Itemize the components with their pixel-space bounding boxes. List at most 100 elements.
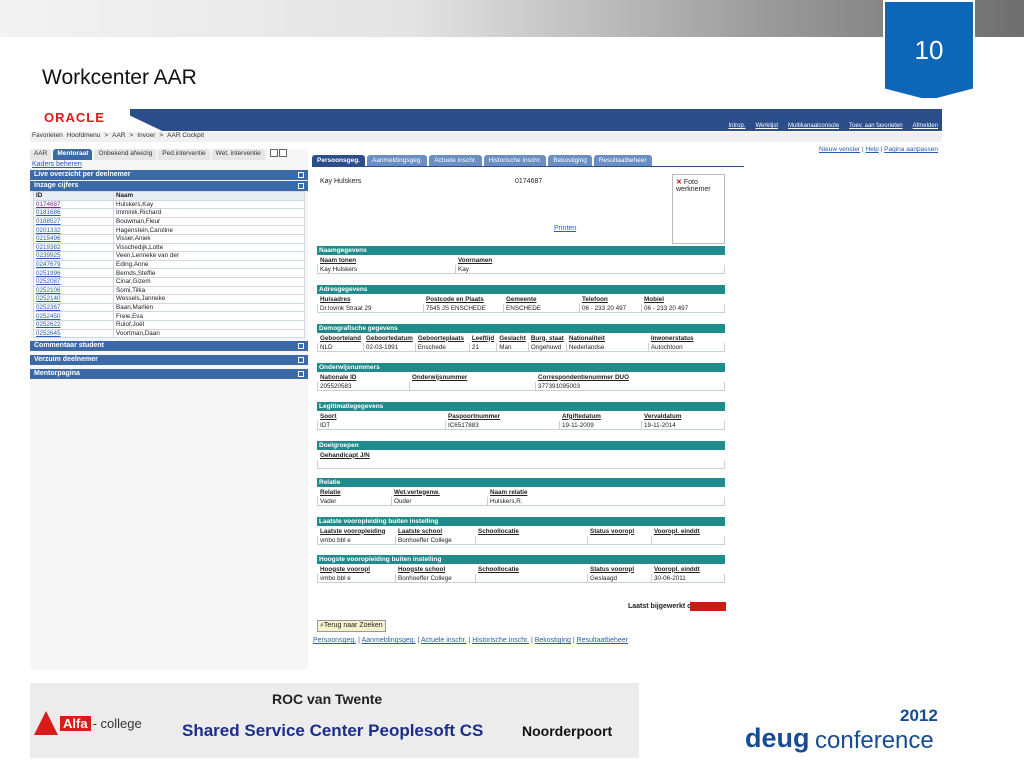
student-id-link[interactable]: 0201332	[36, 227, 61, 234]
student-id-link[interactable]: 0251996	[36, 270, 61, 277]
section-live[interactable]: Live overzicht per deelnemer	[30, 170, 308, 180]
tab-aanmeldingsgeg[interactable]: Aanmeldingsgeg.	[366, 155, 428, 166]
collapse-icon[interactable]	[298, 343, 304, 350]
table-row[interactable]: 0252106 Somi,Tilka	[33, 285, 305, 296]
roc-van-twente-logo: ROC van Twente	[272, 691, 383, 707]
col-naam-relatie: Naam relatie	[487, 487, 725, 497]
table-row[interactable]: 0215496 Visser,Aniek	[33, 233, 305, 244]
student-id-link[interactable]: 0252367	[36, 304, 61, 311]
student-id-link[interactable]: 0188527	[36, 218, 61, 225]
link-nieuw-venster[interactable]: Nieuw venster	[819, 146, 860, 153]
link-favorieten[interactable]: Toev. aan favorieten	[849, 123, 903, 129]
table-row[interactable]: 0252645 Voortman,Daan	[33, 328, 305, 339]
bc-invoer[interactable]: Invoer	[137, 132, 155, 142]
tab-mentoraat[interactable]: Mentoraat	[53, 149, 93, 160]
collapse-icon[interactable]	[298, 183, 304, 189]
tab-aar[interactable]: AAR	[30, 149, 52, 160]
section-commentaar[interactable]: Commentaar student	[30, 341, 308, 352]
student-id-link[interactable]: 0219382	[36, 244, 61, 251]
link-introp[interactable]: Introp.	[728, 123, 745, 129]
col-postcode: Postcode en Plaats	[423, 294, 504, 304]
section-mentor[interactable]: Mentorpagina	[30, 369, 308, 380]
student-id-link[interactable]: 0247679	[36, 261, 61, 268]
tab-icons	[269, 149, 287, 160]
cell-soort: IDT	[317, 420, 446, 430]
bottom-link-persoonsgeg[interactable]: Persoonsgeg.	[313, 637, 356, 644]
cell-paspoortnummer: IC6517883	[445, 420, 560, 430]
bc-favorieten[interactable]: Favorieten	[32, 132, 63, 142]
student-id-link[interactable]: 0252450	[36, 313, 61, 320]
student-id-link[interactable]: 0215496	[36, 235, 61, 242]
col-nationale-id: Nationale ID	[317, 372, 410, 382]
col-status-vooropl: Status vooropl	[587, 526, 652, 536]
tab-ped-interventie[interactable]: Ped.interventie	[158, 149, 210, 160]
cell-voornamen: Kay	[455, 264, 725, 274]
edit-icon[interactable]	[278, 149, 287, 157]
expand-icon[interactable]	[269, 149, 278, 157]
student-id-link[interactable]: 0252645	[36, 330, 61, 337]
bottom-link-historische[interactable]: Historische inschr.	[472, 637, 529, 644]
col-soort: Soort	[317, 411, 446, 421]
tab-historische-inschr[interactable]: Historische inschr.	[483, 155, 547, 166]
bc-hoofdmenu[interactable]: Hoofdmenu	[67, 132, 101, 142]
right-pane: Nieuw venster | Help | Pagina aanpassen …	[312, 146, 942, 670]
kaders-beheren-link[interactable]: Kaders beheren	[30, 160, 308, 169]
tab-bekostiging[interactable]: Bekostiging	[548, 155, 592, 166]
table-row[interactable]: 0247679 Eding,Anne	[33, 259, 305, 270]
table-row[interactable]: 0188527 Bouwman,Fleur	[33, 216, 305, 227]
student-id-link[interactable]: 0181686	[36, 209, 61, 216]
table-row[interactable]: 0252367 Baan,Marlien	[33, 302, 305, 313]
section-inzage[interactable]: Inzage cijfers	[30, 181, 308, 191]
table-row[interactable]: 0174687 Hulskers,Kay	[33, 199, 305, 210]
bottom-link-actuele[interactable]: Actuele inschr.	[421, 637, 467, 644]
table-row[interactable]: 0252622 Rulof,Joël	[33, 319, 305, 330]
table-row[interactable]: 0239925 Veen,Lenneke van der	[33, 251, 305, 261]
link-multikanaal[interactable]: Multikanaalconsole	[788, 123, 839, 129]
table-row[interactable]: 0201332 Hagenstein,Caroline	[33, 225, 305, 235]
panel-naam: Naamgegevens Naam tonen Voornamen Kay Hul…	[317, 246, 725, 274]
bc-cockpit[interactable]: AAR Cockpit	[167, 132, 204, 142]
student-id-link[interactable]: 0239925	[36, 252, 61, 259]
cell-vervaldatum: 19-11-2014	[641, 420, 725, 430]
student-id-link[interactable]: 0252106	[36, 287, 61, 294]
student-name: Bouwman,Fleur	[113, 216, 305, 227]
student-id-link[interactable]: 0252622	[36, 321, 61, 328]
tab-underline	[312, 166, 744, 167]
collapse-icon[interactable]	[298, 371, 304, 378]
student-name: Freie,Eva	[113, 311, 305, 321]
link-help[interactable]: Help	[865, 146, 878, 153]
col-schoollocatie: Schoollocatie	[475, 564, 588, 574]
panel-onderwijs: Onderwijsnummers Nationale ID Onderwijsnu…	[317, 363, 725, 391]
link-werklijst[interactable]: Werklijst	[755, 123, 778, 129]
bc-aar[interactable]: AAR	[112, 132, 125, 142]
table-row[interactable]: 0181686 Imminik,Richard	[33, 208, 305, 218]
bc-sep: >	[159, 132, 164, 139]
table-row[interactable]: 0251996 Bernds,Steffie	[33, 268, 305, 278]
tab-onbekend-afwezig[interactable]: Onbekend afwezig	[94, 149, 157, 160]
col-hoogste-vooropl: Hoogste vooropl	[317, 564, 396, 574]
printen-link[interactable]: Printen	[554, 225, 576, 232]
table-row[interactable]: 0252140 Wessels,Janneke	[33, 294, 305, 304]
terug-naar-zoeken-button[interactable]: ⌕Terug naar Zoeken	[317, 620, 386, 632]
table-row[interactable]: 0219382 Visschedijk,Lotte	[33, 242, 305, 253]
student-id-link[interactable]: 0174687	[36, 201, 61, 208]
tab-actuele-inschr[interactable]: Actuele inschr.	[429, 155, 482, 166]
table-row[interactable]: 0252087 Cinar,Gizem	[33, 276, 305, 287]
student-id-link[interactable]: 0252087	[36, 278, 61, 285]
student-id-link[interactable]: 0252140	[36, 295, 61, 302]
tab-persoonsgeg[interactable]: Persoonsgeg.	[312, 155, 365, 166]
table-row[interactable]: 0252450 Freie,Eva	[33, 311, 305, 321]
tab-wet-interventie[interactable]: Wet. interventie	[211, 149, 265, 160]
section-verzuim[interactable]: Verzuim deelnemer	[30, 355, 308, 366]
bottom-link-resultaatbeheer[interactable]: Resultaatbeheer	[577, 637, 628, 644]
collapse-icon[interactable]	[298, 357, 304, 364]
link-pagina-aanpassen[interactable]: Pagina aanpassen	[884, 146, 938, 153]
panel-doelgroepen-head: Doelgroepen	[317, 441, 725, 450]
cell-gehandicapt	[317, 459, 725, 469]
link-afmelden[interactable]: Afmelden	[913, 123, 938, 129]
bottom-link-bekostiging[interactable]: Bekostiging	[535, 637, 571, 644]
tab-resultaatbeheer[interactable]: Resultaatbeheer	[593, 155, 652, 166]
collapse-icon[interactable]	[298, 172, 304, 178]
bottom-link-aanmeldingsgeg[interactable]: Aanmeldingsgeg.	[362, 637, 416, 644]
student-name: Somi,Tilka	[113, 285, 305, 296]
